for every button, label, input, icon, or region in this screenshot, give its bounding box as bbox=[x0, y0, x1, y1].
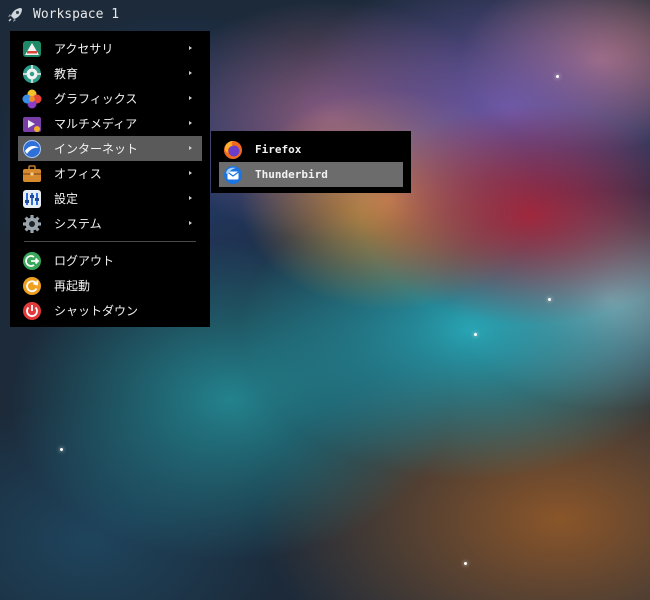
menu-item-office[interactable]: オフィス bbox=[18, 161, 202, 186]
top-panel: Workspace 1 bbox=[0, 0, 650, 30]
menu-item-logout[interactable]: ログアウト bbox=[18, 248, 202, 273]
menu-item-label: グラフィックス bbox=[54, 92, 138, 106]
menu-item-label: アクセサリ bbox=[54, 42, 114, 56]
submenu-item-label: Firefox bbox=[255, 143, 302, 156]
menu-item-label: インターネット bbox=[54, 142, 139, 156]
menu-item-reboot[interactable]: 再起動 bbox=[18, 273, 202, 298]
menu-item-internet[interactable]: インターネット bbox=[18, 136, 202, 161]
workspace-label[interactable]: Workspace 1 bbox=[33, 7, 119, 22]
star-decoration bbox=[60, 448, 63, 451]
menu-item-shutdown[interactable]: シャットダウン bbox=[18, 298, 202, 323]
multimedia-icon bbox=[23, 116, 41, 132]
graphics-icon bbox=[22, 89, 42, 108]
menu-item-label: マルチメディア bbox=[54, 117, 138, 131]
menu-item-label: 設定 bbox=[54, 192, 79, 206]
submenu-item-firefox[interactable]: Firefox bbox=[219, 137, 403, 162]
submenu-arrow-icon bbox=[189, 71, 192, 75]
menu-item-label: 教育 bbox=[54, 67, 79, 81]
menu-item-graphics[interactable]: グラフィックス bbox=[18, 86, 202, 111]
star-decoration bbox=[464, 562, 467, 565]
internet-icon bbox=[23, 139, 41, 158]
menu-item-system[interactable]: システム bbox=[18, 211, 202, 236]
menu-item-multimedia[interactable]: マルチメディア bbox=[18, 111, 202, 136]
firefox-icon bbox=[224, 140, 242, 159]
submenu-arrow-icon bbox=[189, 96, 192, 100]
submenu-arrow-icon bbox=[189, 121, 192, 125]
menu-item-label: ログアウト bbox=[54, 254, 115, 268]
gear-icon bbox=[23, 214, 41, 233]
menu-item-accessories[interactable]: アクセサリ bbox=[18, 36, 202, 61]
menu-separator bbox=[24, 241, 196, 242]
menu-item-label: システム bbox=[54, 217, 102, 231]
menu-item-settings[interactable]: 設定 bbox=[18, 186, 202, 211]
menu-item-label: シャットダウン bbox=[54, 304, 139, 318]
submenu-item-thunderbird[interactable]: Thunderbird bbox=[219, 162, 403, 187]
submenu-arrow-icon bbox=[189, 46, 192, 50]
submenu-arrow-icon bbox=[189, 196, 192, 200]
menu-item-label: 再起動 bbox=[54, 279, 91, 293]
menu-item-label: オフィス bbox=[54, 167, 102, 181]
rocket-icon[interactable] bbox=[6, 6, 24, 24]
office-icon bbox=[23, 164, 41, 182]
star-decoration bbox=[556, 75, 559, 78]
submenu-item-label: Thunderbird bbox=[255, 168, 328, 181]
accessories-icon bbox=[23, 40, 41, 57]
menu-item-education[interactable]: 教育 bbox=[18, 61, 202, 86]
education-icon bbox=[23, 64, 41, 83]
reboot-icon bbox=[23, 276, 41, 295]
star-decoration bbox=[474, 333, 477, 336]
submenu-arrow-icon bbox=[189, 146, 192, 150]
power-icon bbox=[23, 301, 41, 320]
submenu-arrow-icon bbox=[189, 171, 192, 175]
settings-icon bbox=[23, 189, 41, 208]
thunderbird-icon bbox=[224, 165, 242, 184]
star-decoration bbox=[548, 298, 551, 301]
submenu-arrow-icon bbox=[189, 221, 192, 225]
logout-icon bbox=[23, 251, 41, 270]
internet-submenu: Firefox Thunderbird bbox=[211, 131, 411, 193]
application-menu: アクセサリ 教育 グラフィックス マルチメディア インターネット オフィス 設定… bbox=[10, 31, 210, 327]
